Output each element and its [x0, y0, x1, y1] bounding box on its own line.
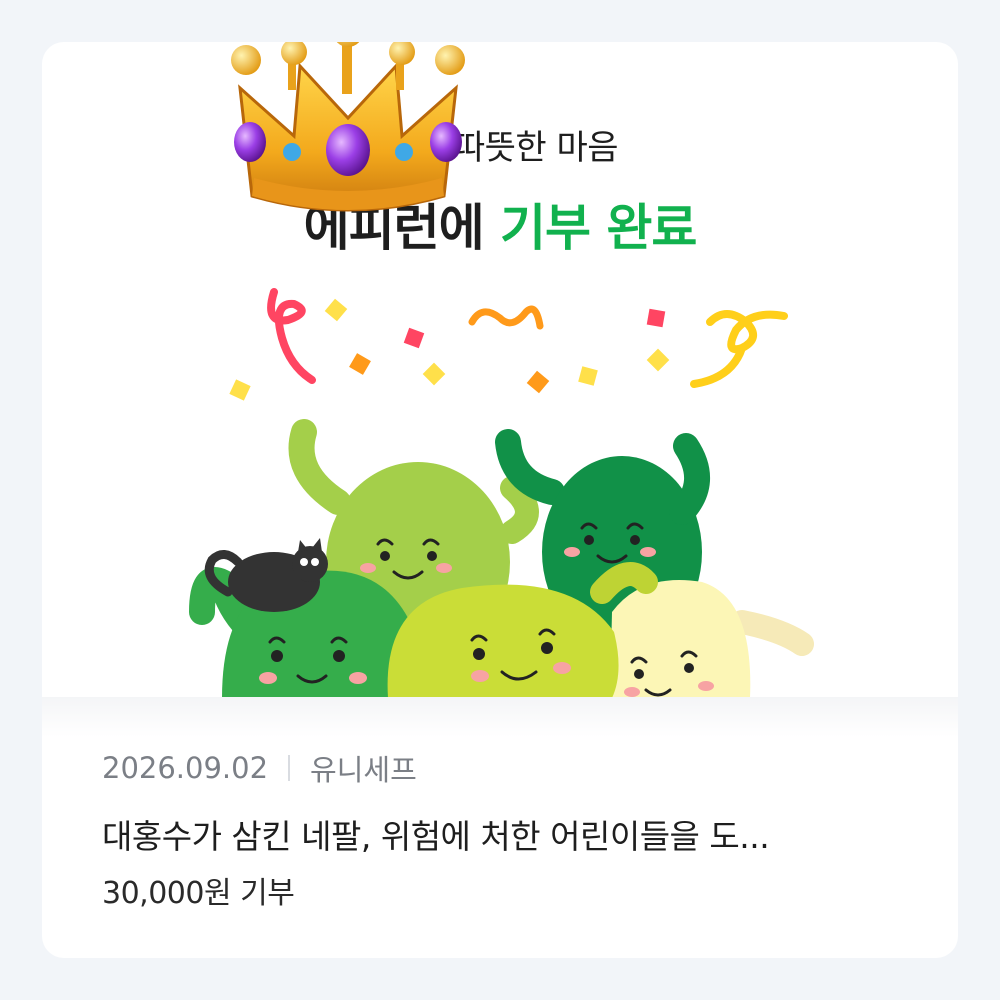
meta-divider [288, 755, 291, 781]
title-line-2: 에피런에 기부 완료 [42, 188, 958, 260]
donation-organization: 유니세프 [310, 753, 417, 787]
hero-section: 님의 따뜻한 마음 에피런에 기부 완료 [42, 42, 958, 698]
donation-meta: 2026.09.02 유니세프 [102, 748, 417, 788]
donation-campaign-title[interactable]: 대홍수가 삼킨 네팔, 위험에 처한 어린이들을 도... [102, 810, 902, 858]
donation-amount: 30,000원 기부 [102, 876, 295, 911]
donation-card[interactable]: 님의 따뜻한 마음 에피런에 기부 완료 2026.09.02 유니세프 대홍수… [42, 42, 958, 958]
divider-shade [42, 697, 958, 737]
celebration-characters-illustration [189, 288, 814, 698]
crown-icon [231, 42, 465, 212]
title-line-1: 님의 따뜻한 마음 [381, 128, 619, 168]
donation-date: 2026.09.02 [102, 751, 269, 785]
title-highlight: 기부 완료 [500, 199, 697, 257]
